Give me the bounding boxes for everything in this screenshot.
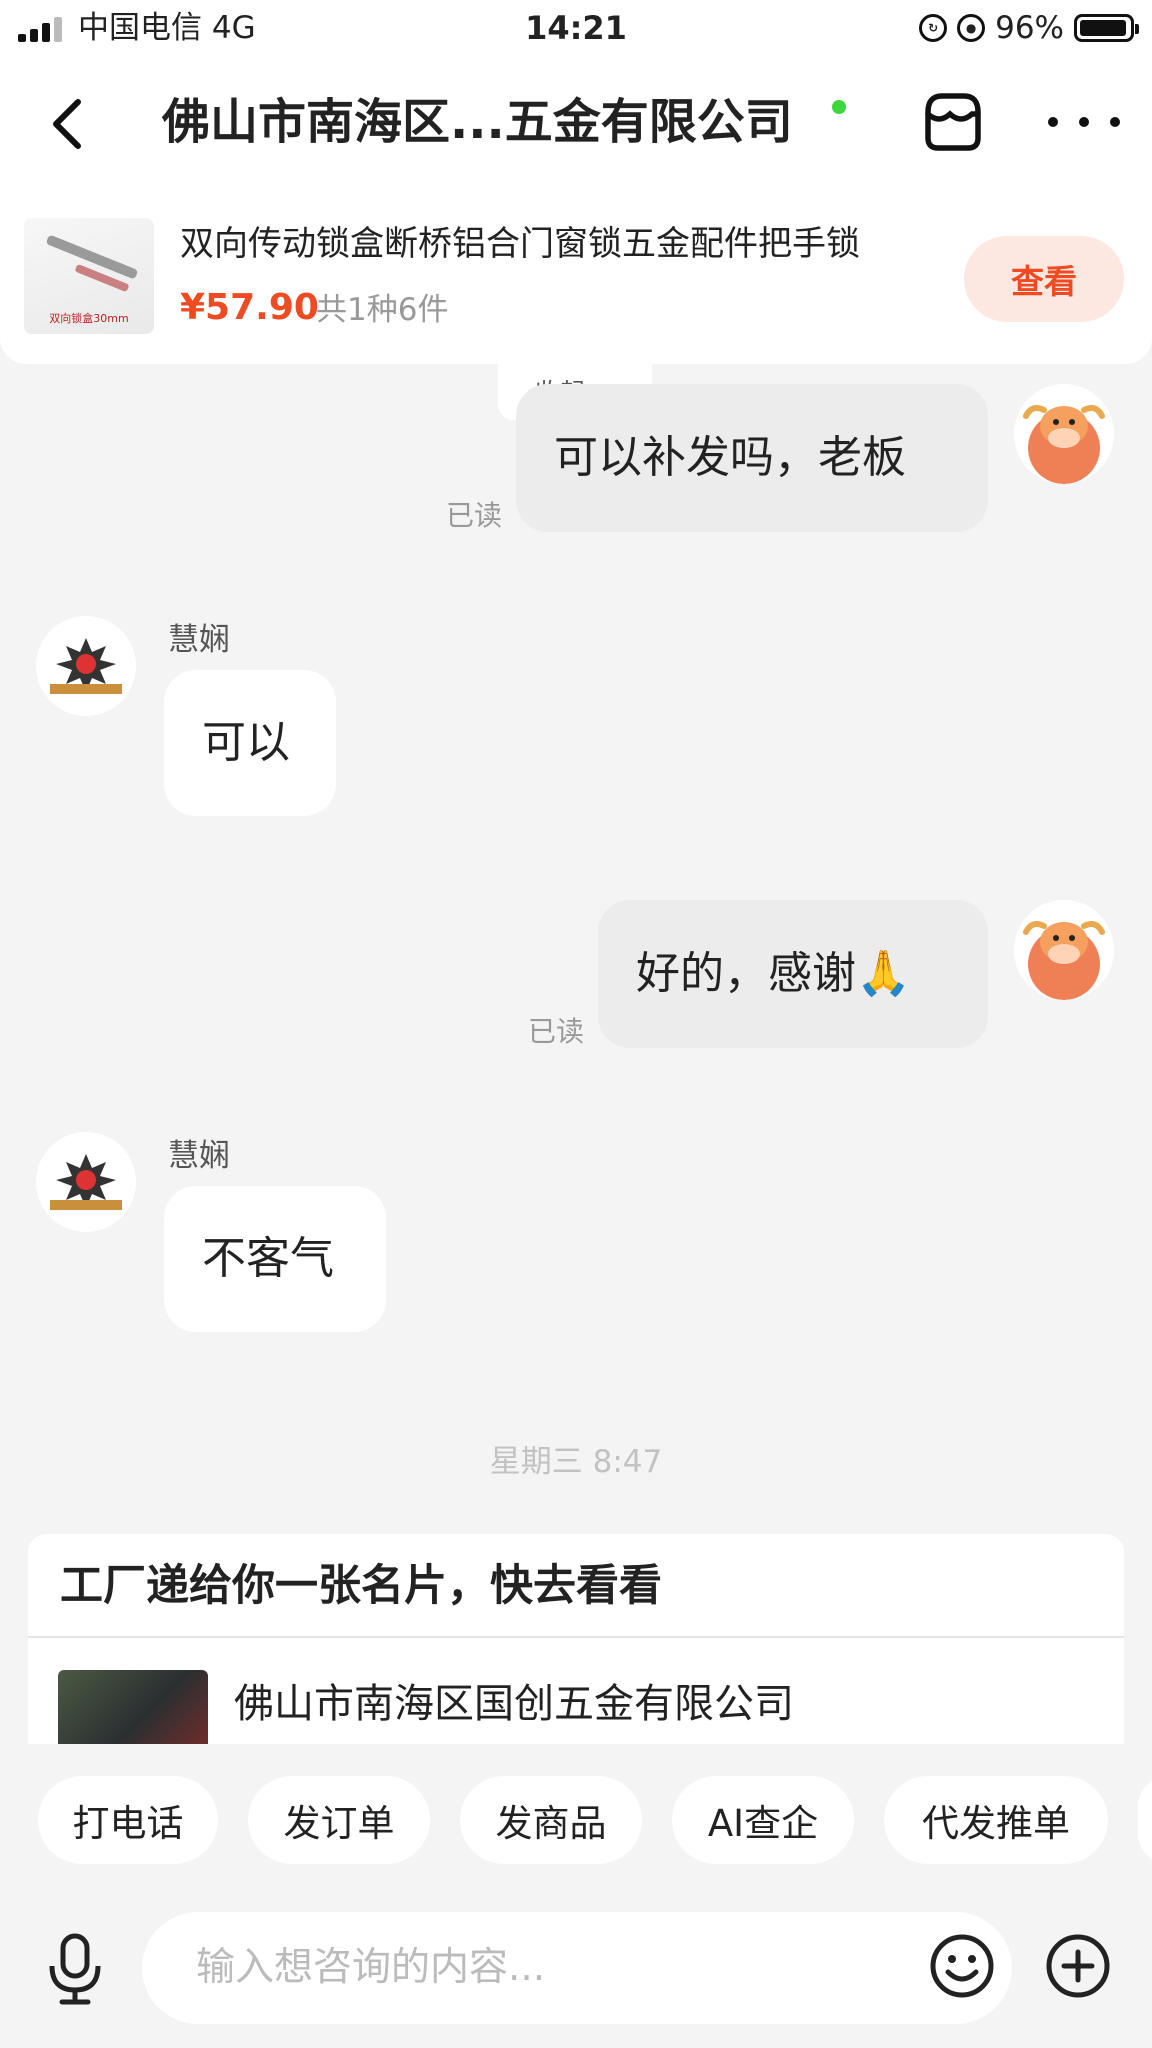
microphone-icon bbox=[49, 1933, 101, 2005]
alarm-icon: ● bbox=[957, 14, 986, 42]
my-avatar[interactable] bbox=[1014, 384, 1114, 484]
cow-avatar-icon bbox=[1014, 384, 1114, 484]
battery-percent: 96% bbox=[995, 10, 1064, 46]
status-bar: 中国电信 4G 14:21 ↻ ● 96% bbox=[0, 0, 1152, 58]
store-icon bbox=[925, 93, 981, 151]
product-thumbnail: 双向锁盒30mm bbox=[24, 218, 154, 334]
product-count: 共1种6件 bbox=[316, 292, 449, 328]
input-bar: 输入想咨询的内容... bbox=[0, 1894, 1152, 2048]
ai-company-check-chip[interactable]: AI查企 bbox=[672, 1776, 854, 1864]
voice-button[interactable] bbox=[40, 1930, 110, 2010]
page-title: 佛山市南海区...五金有限公司 bbox=[162, 94, 793, 150]
emoji-button[interactable] bbox=[928, 1932, 996, 2000]
more-chip-peek[interactable] bbox=[1138, 1776, 1152, 1864]
input-placeholder: 输入想咨询的内容... bbox=[196, 1945, 546, 1990]
my-avatar[interactable] bbox=[1014, 900, 1114, 1000]
battery-icon bbox=[1074, 14, 1139, 42]
time-separator: 星期三 8:47 bbox=[489, 1444, 663, 1480]
more-dots-icon bbox=[1048, 117, 1058, 127]
smiley-icon bbox=[930, 1934, 994, 1998]
call-chip[interactable]: 打电话 bbox=[38, 1776, 218, 1864]
seller-avatar[interactable] bbox=[36, 616, 136, 716]
card-title: 工厂递给你一张名片，快去看看 bbox=[60, 1561, 662, 1611]
send-order-chip[interactable]: 发订单 bbox=[248, 1776, 430, 1864]
more-functions-button[interactable] bbox=[1044, 1932, 1112, 2000]
business-card-message[interactable]: 工厂递给你一张名片，快去看看 佛山市南海区国创五金有限公司 bbox=[28, 1534, 1124, 1744]
message-bubble-sent[interactable]: 可以补发吗，老板 bbox=[516, 384, 988, 532]
product-price: ¥57.90 bbox=[180, 287, 319, 328]
read-receipt: 已读 bbox=[528, 1015, 585, 1048]
product-card[interactable]: 双向锁盒30mm 双向传动锁盒断桥铝合门窗锁五金配件把手锁 ¥57.90 共1种… bbox=[0, 188, 1152, 364]
online-status-dot bbox=[832, 100, 846, 114]
status-right: ↻ ● 96% bbox=[919, 8, 1139, 48]
battery-fill bbox=[1080, 20, 1127, 36]
quick-actions-bar: 打电话 发订单 发商品 AI查企 代发推单 bbox=[0, 1744, 1152, 1894]
plus-circle-icon bbox=[1046, 1934, 1110, 1998]
shop-button[interactable] bbox=[920, 88, 986, 154]
message-bubble-sent[interactable]: 好的，感谢🙏 bbox=[598, 900, 988, 1048]
guochuang-logo-icon bbox=[36, 1132, 136, 1232]
cow-avatar-icon bbox=[1014, 900, 1114, 1000]
dropship-order-chip[interactable]: 代发推单 bbox=[884, 1776, 1108, 1864]
sender-name: 慧娴 bbox=[168, 622, 230, 658]
read-receipt: 已读 bbox=[446, 499, 503, 532]
company-photo bbox=[58, 1670, 208, 1744]
back-button[interactable] bbox=[40, 94, 100, 154]
sender-name: 慧娴 bbox=[168, 1138, 230, 1174]
nav-bar: 佛山市南海区...五金有限公司 bbox=[0, 58, 1152, 188]
product-title: 双向传动锁盒断桥铝合门窗锁五金配件把手锁 bbox=[180, 224, 860, 264]
message-bubble-received[interactable]: 可以 bbox=[164, 670, 336, 816]
company-name: 佛山市南海区国创五金有限公司 bbox=[234, 1681, 794, 1727]
guochuang-logo-icon bbox=[36, 616, 136, 716]
seller-avatar[interactable] bbox=[36, 1132, 136, 1232]
more-button[interactable] bbox=[1048, 92, 1120, 152]
card-divider bbox=[28, 1636, 1124, 1638]
send-product-chip[interactable]: 发商品 bbox=[460, 1776, 642, 1864]
chevron-left-icon bbox=[53, 99, 81, 149]
rotation-lock-icon: ↻ bbox=[919, 14, 948, 42]
message-bubble-received[interactable]: 不客气 bbox=[164, 1186, 386, 1332]
thumbnail-caption: 双向锁盒30mm bbox=[49, 312, 129, 325]
view-product-button[interactable]: 查看 bbox=[964, 236, 1124, 322]
